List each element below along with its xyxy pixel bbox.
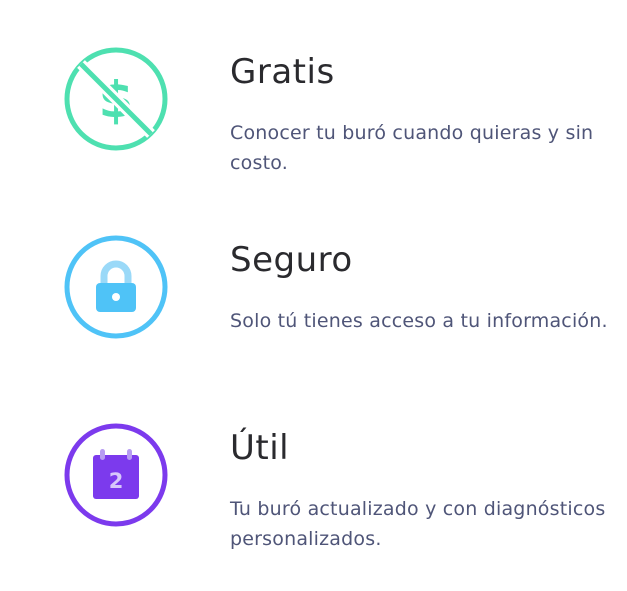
feature-description: Tu buró actualizado y con diagnósticos p… <box>230 498 606 550</box>
calendar-day: 2 <box>109 469 124 493</box>
feature-title: Gratis <box>230 52 335 92</box>
feature-gratis: $ Gratis Conocer tu buró cuando quieras … <box>0 44 627 174</box>
feature-description: Solo tú tienes acceso a tu información. <box>230 310 608 332</box>
feature-seguro: Seguro Solo tú tienes acceso a tu inform… <box>0 232 627 362</box>
feature-util: 2 Útil Tu buró actualizado y con diagnós… <box>0 420 627 550</box>
feature-title: Útil <box>230 428 290 468</box>
feature-description: Conocer tu buró cuando quieras y sin cos… <box>230 122 594 174</box>
feature-title: Seguro <box>230 240 353 280</box>
calendar-icon: 2 <box>63 422 169 528</box>
no-money-icon: $ <box>63 46 169 152</box>
lock-icon <box>63 234 169 340</box>
